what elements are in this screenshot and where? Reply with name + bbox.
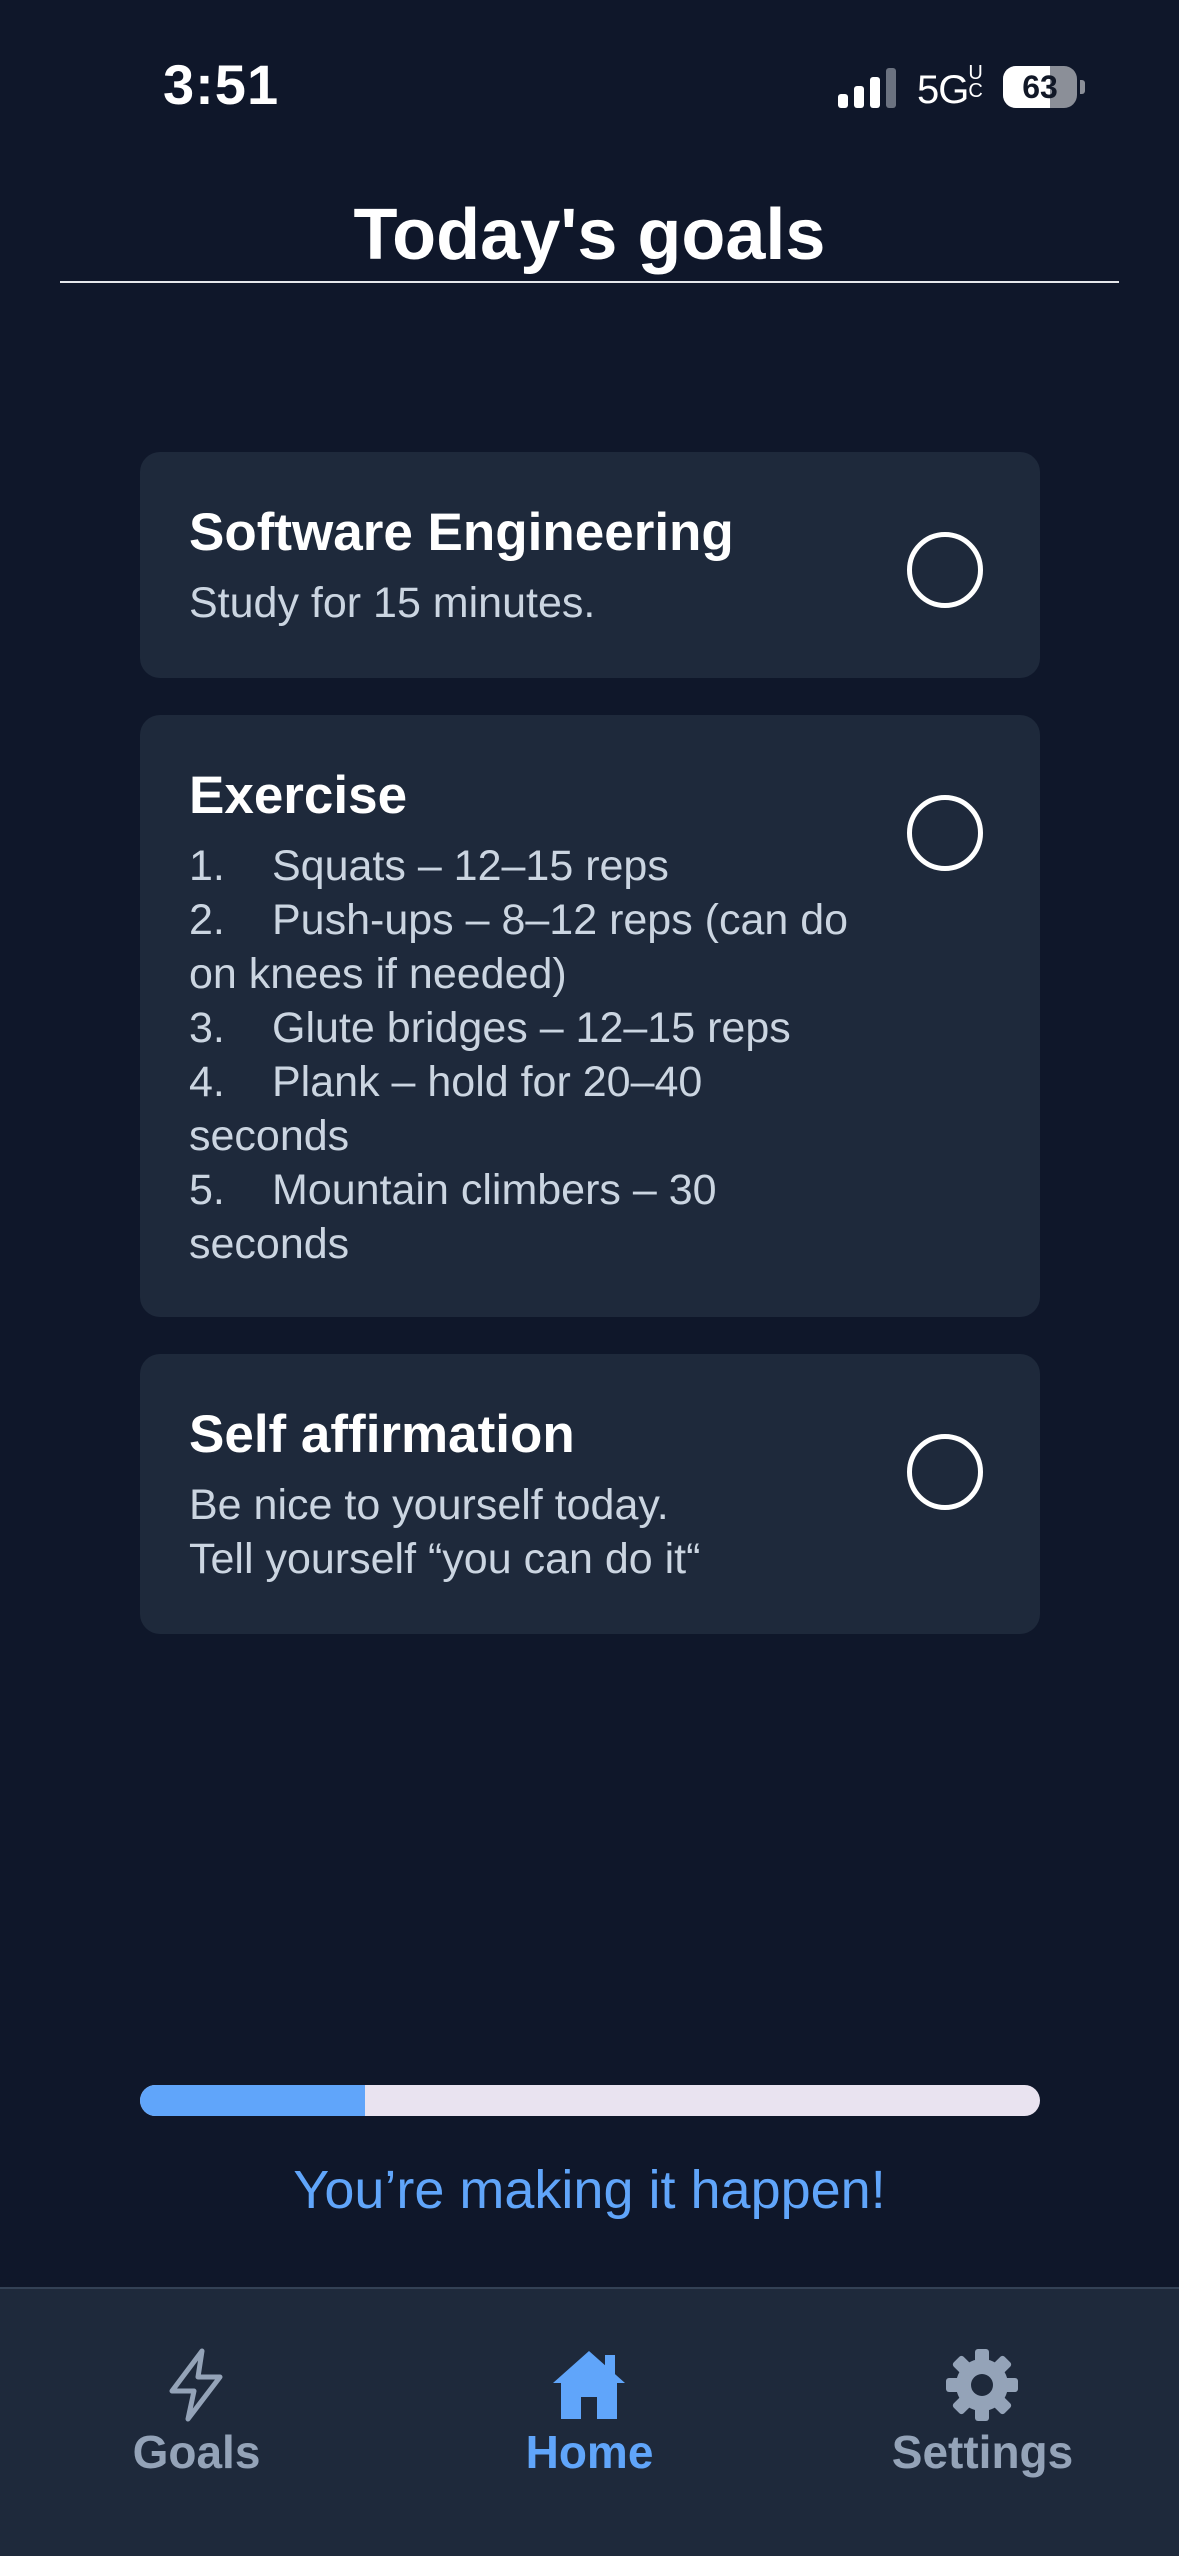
- status-bar: 3:51 5GUC 63: [0, 0, 1179, 170]
- exercise-step: 5. Mountain climbers – 30: [189, 1163, 909, 1217]
- network-indicator: 5GUC: [917, 62, 988, 113]
- network-type: 5G: [917, 68, 969, 112]
- home-icon: [553, 2351, 625, 2419]
- nav-item-settings[interactable]: Settings: [786, 2289, 1179, 2489]
- nav-item-goals[interactable]: Goals: [0, 2289, 393, 2489]
- goal-checkbox[interactable]: [907, 532, 983, 608]
- battery-cap: [1080, 80, 1085, 94]
- battery-body: 63: [1003, 66, 1077, 108]
- network-suffix: UC: [968, 62, 982, 102]
- goal-card-exercise[interactable]: Exercise 1. Squats – 12–15 reps 2. Push-up…: [140, 715, 1040, 1317]
- signal-icon: [838, 68, 896, 108]
- goal-description-line: Tell yourself “you can do it“: [189, 1535, 701, 1583]
- step-text: Push-ups – 8–12 reps (can do: [272, 896, 849, 944]
- gear-icon: [946, 2349, 1018, 2421]
- nav-item-home[interactable]: Home: [393, 2289, 786, 2489]
- lightning-icon: [169, 2348, 223, 2422]
- goal-description-line: Study for 15 minutes.: [189, 579, 596, 627]
- exercise-step: 2. Push-ups – 8–12 reps (can do: [189, 893, 909, 947]
- exercise-step: 1. Squats – 12–15 reps: [189, 839, 909, 893]
- goal-checkbox[interactable]: [907, 1434, 983, 1510]
- goal-description: Study for 15 minutes.: [189, 576, 909, 630]
- goal-description-line: Be nice to yourself today.: [189, 1481, 669, 1529]
- step-number: 2.: [189, 896, 225, 944]
- goal-title: Software Engineering: [189, 503, 734, 562]
- goal-description: 1. Squats – 12–15 reps 2. Push-ups – 8–12 …: [189, 839, 909, 1271]
- step-text: Squats – 12–15 reps: [272, 842, 669, 890]
- goal-title: Exercise: [189, 766, 408, 825]
- exercise-step: 4. Plank – hold for 20–40: [189, 1055, 909, 1109]
- progress-fill: [140, 2085, 365, 2116]
- step-number: 1.: [189, 842, 225, 890]
- step-text: Mountain climbers – 30: [272, 1166, 717, 1214]
- progress-bar: [140, 2085, 1040, 2116]
- exercise-step: 3. Glute bridges – 12–15 reps: [189, 1001, 909, 1055]
- nav-label: Settings: [891, 2426, 1074, 2478]
- goal-card-software-engineering[interactable]: Software Engineering Study for 15 minute…: [140, 452, 1040, 678]
- step-text: Plank – hold for 20–40: [272, 1058, 703, 1106]
- step-text-continued: seconds: [189, 1112, 350, 1160]
- nav-label: Goals: [132, 2426, 261, 2478]
- step-number: 3.: [189, 1004, 225, 1052]
- battery-icon: 63: [1003, 66, 1085, 108]
- goal-description: Be nice to yourself today. Tell yourself…: [189, 1478, 909, 1586]
- bottom-nav: Goals Home Settings: [0, 2287, 1179, 2556]
- goal-card-self-affirmation[interactable]: Self affirmation Be nice to yourself tod…: [140, 1354, 1040, 1634]
- goal-checkbox[interactable]: [907, 795, 983, 871]
- motivation-message: You’re making it happen!: [293, 2160, 886, 2220]
- step-text: Glute bridges – 12–15 reps: [272, 1004, 791, 1052]
- nav-label: Home: [525, 2426, 654, 2478]
- status-time: 3:51: [163, 53, 280, 116]
- step-text-continued: seconds: [189, 1220, 350, 1268]
- page-title: Today's goals: [353, 195, 826, 275]
- step-number: 4.: [189, 1058, 225, 1106]
- step-number: 5.: [189, 1166, 225, 1214]
- goal-title: Self affirmation: [189, 1405, 575, 1464]
- step-text-continued: on knees if needed): [189, 950, 567, 998]
- battery-level: 63: [1022, 69, 1058, 105]
- title-divider: [60, 281, 1119, 283]
